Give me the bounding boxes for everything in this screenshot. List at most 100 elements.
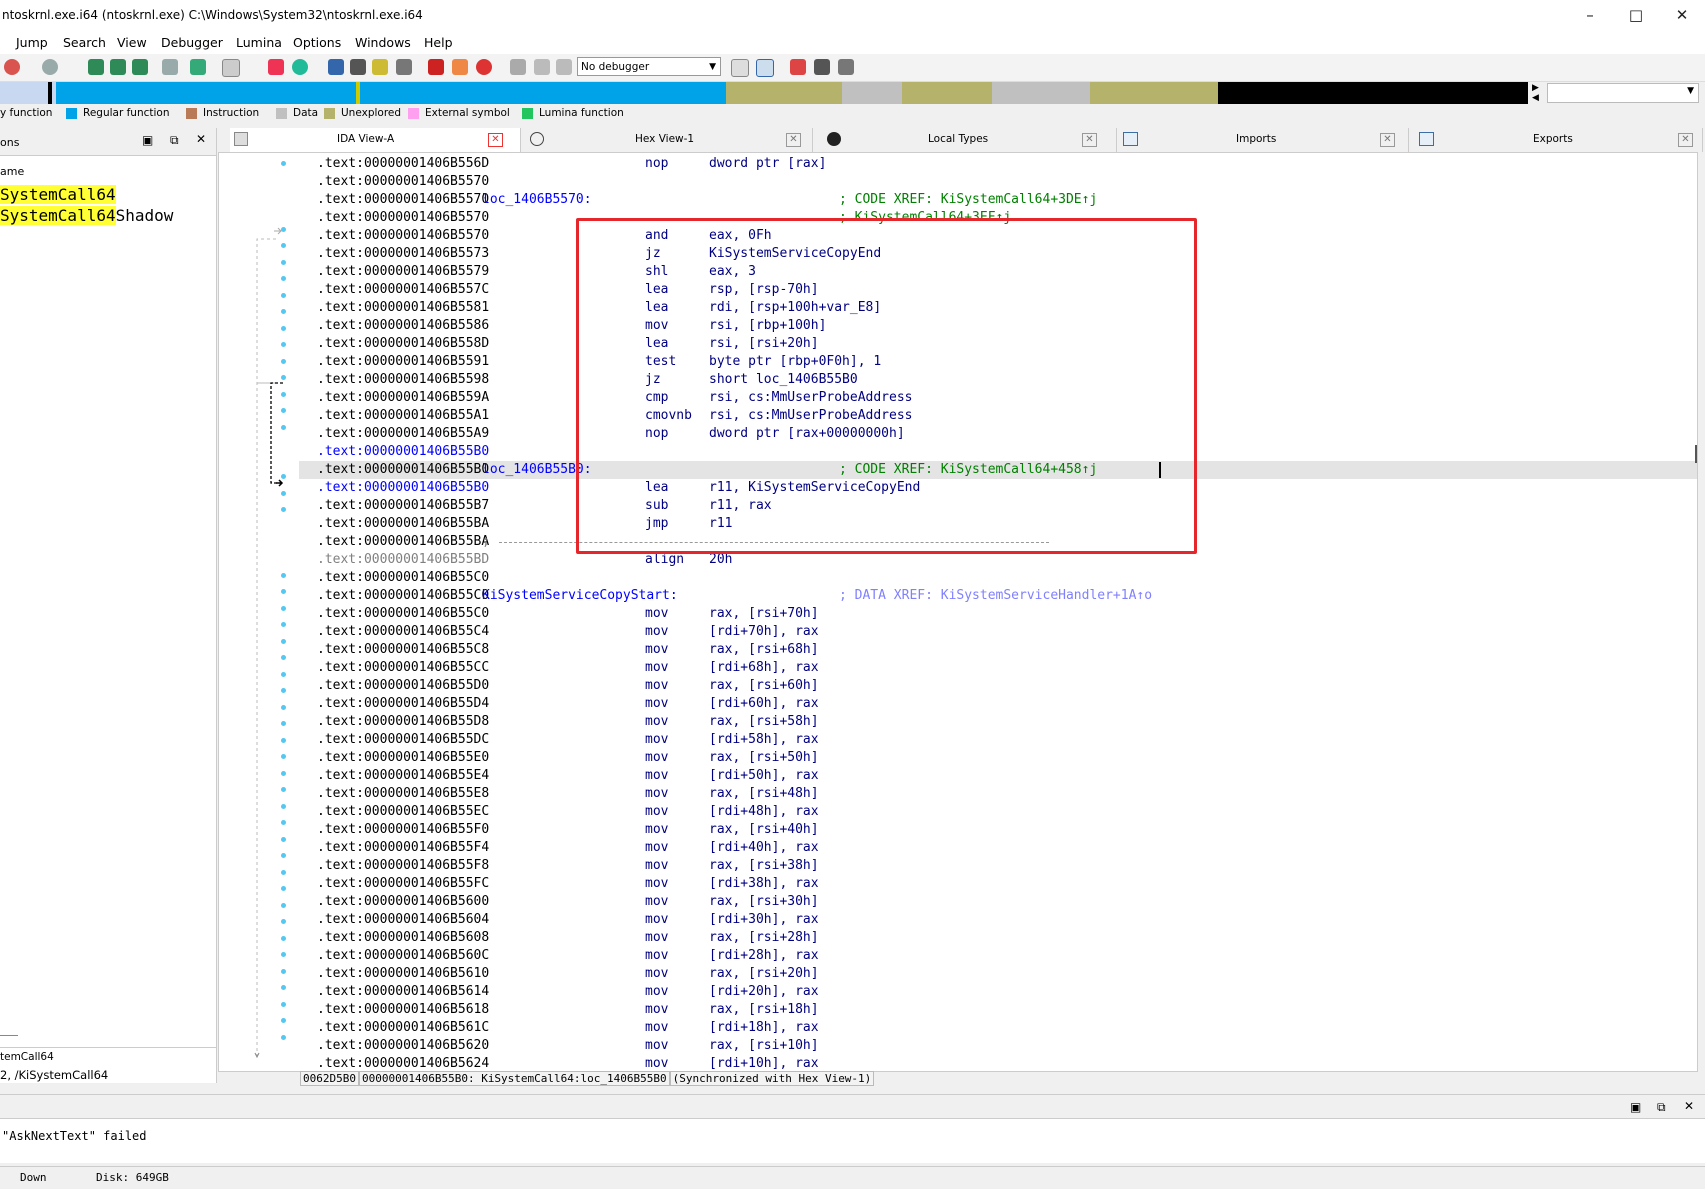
- code-address[interactable]: .text:00000001406B55BD: [317, 551, 489, 569]
- code-line[interactable]: .text:00000001406B55D4 mov [rdi+60h], rax: [299, 695, 1697, 713]
- code-address[interactable]: .text:00000001406B5591: [317, 353, 489, 371]
- menu-windows[interactable]: Windows: [355, 35, 411, 50]
- close-icon[interactable]: ✕: [1659, 0, 1705, 32]
- breakpoint-dot[interactable]: [281, 243, 286, 248]
- instruction-operands[interactable]: [rdi+48h], rax: [709, 803, 819, 821]
- breakpoint-dot[interactable]: [281, 952, 286, 957]
- instruction-operands[interactable]: rax, [rsi+40h]: [709, 821, 819, 839]
- instruction-operands[interactable]: [rdi+58h], rax: [709, 731, 819, 749]
- code-address[interactable]: .text:00000001406B55A9: [317, 425, 489, 443]
- breakpoint-dot[interactable]: [281, 507, 286, 512]
- segment-icon[interactable]: [328, 59, 344, 75]
- code-address[interactable]: .text:00000001406B55E0: [317, 749, 489, 767]
- code-address[interactable]: .text:00000001406B55E8: [317, 785, 489, 803]
- code-address[interactable]: .text:00000001406B5620: [317, 1037, 489, 1055]
- lumina-icon[interactable]: [292, 59, 308, 75]
- instruction-operands[interactable]: [rdi+18h], rax: [709, 1019, 819, 1037]
- minimize-icon[interactable]: –: [1567, 0, 1613, 32]
- nav-address-combo[interactable]: ▼: [1547, 83, 1699, 103]
- code-address[interactable]: .text:00000001406B560C: [317, 947, 489, 965]
- horizontal-scrollbar[interactable]: [0, 1035, 18, 1036]
- close-icon[interactable]: ✕: [488, 133, 503, 147]
- nav-scroll-icon[interactable]: ▶ ◀: [1532, 83, 1539, 103]
- instruction-operands[interactable]: [rdi+40h], rax: [709, 839, 819, 857]
- instruction-mnemonic[interactable]: mov: [645, 767, 668, 785]
- float-icon[interactable]: ▣: [1630, 1100, 1641, 1114]
- code-line[interactable]: .text:00000001406B5624 mov [rdi+10h], rax: [299, 1055, 1697, 1071]
- breakpoint-dot[interactable]: [281, 985, 286, 990]
- function-list-item[interactable]: SystemCall64Shadow: [0, 206, 173, 225]
- breakpoint-dot[interactable]: [281, 573, 286, 578]
- code-address[interactable]: .text:00000001406B5573: [317, 245, 489, 263]
- struct-icon[interactable]: [350, 59, 366, 75]
- code-address[interactable]: .text:00000001406B5581: [317, 299, 489, 317]
- code-address[interactable]: .text:00000001406B5610: [317, 965, 489, 983]
- function-filter-field[interactable]: temCall64: [0, 1047, 216, 1066]
- code-line[interactable]: .text:00000001406B55C4 mov [rdi+70h], rax: [299, 623, 1697, 641]
- breakpoint-dot[interactable]: [281, 721, 286, 726]
- code-line[interactable]: .text:00000001406B5614 mov [rdi+20h], rax: [299, 983, 1697, 1001]
- code-line[interactable]: .text:00000001406B55DC mov [rdi+58h], rax: [299, 731, 1697, 749]
- breakpoint-dot[interactable]: [281, 655, 286, 660]
- code-line[interactable]: .text:00000001406B55E0 mov rax, [rsi+50h]: [299, 749, 1697, 767]
- instruction-mnemonic[interactable]: mov: [645, 1001, 668, 1019]
- breakpoint-dot[interactable]: [281, 260, 286, 265]
- edit-icon[interactable]: [452, 59, 468, 75]
- code-line[interactable]: .text:00000001406B55C0 mov rax, [rsi+70h]: [299, 605, 1697, 623]
- code-address[interactable]: .text:00000001406B55B7: [317, 497, 489, 515]
- instruction-mnemonic[interactable]: mov: [645, 641, 668, 659]
- code-address[interactable]: .text:00000001406B55BA: [317, 533, 489, 551]
- font-icon[interactable]: [222, 59, 240, 77]
- code-address[interactable]: .text:00000001406B5570: [317, 209, 489, 227]
- instruction-mnemonic[interactable]: mov: [645, 911, 668, 929]
- code-address[interactable]: .text:00000001406B55E4: [317, 767, 489, 785]
- code-address[interactable]: .text:00000001406B556D: [317, 155, 489, 173]
- code-address[interactable]: .text:00000001406B5598: [317, 371, 489, 389]
- instruction-mnemonic[interactable]: mov: [645, 803, 668, 821]
- breakpoint-dot[interactable]: [281, 342, 286, 347]
- code-address[interactable]: .text:00000001406B55C8: [317, 641, 489, 659]
- code-address[interactable]: .text:00000001406B55FC: [317, 875, 489, 893]
- breakpoint-dot[interactable]: [281, 227, 286, 232]
- delete-icon[interactable]: [476, 59, 492, 75]
- code-address[interactable]: .text:00000001406B5618: [317, 1001, 489, 1019]
- menu-lumina[interactable]: Lumina: [236, 35, 282, 50]
- tab-hex-view-1[interactable]: Hex View-1 ✕: [522, 128, 813, 152]
- code-address[interactable]: .text:00000001406B55F0: [317, 821, 489, 839]
- function-list-item[interactable]: SystemCall64: [0, 185, 116, 204]
- tab-local-types[interactable]: Local Types ✕: [820, 128, 1117, 152]
- code-address[interactable]: .text:00000001406B5604: [317, 911, 489, 929]
- breakpoint-dot[interactable]: [281, 392, 286, 397]
- code-line[interactable]: .text:00000001406B55F4 mov [rdi+40h], rax: [299, 839, 1697, 857]
- breakpoint-dot[interactable]: [281, 622, 286, 627]
- instruction-operands[interactable]: rax, [rsi+48h]: [709, 785, 819, 803]
- compile-icon[interactable]: [756, 59, 774, 77]
- code-line[interactable]: .text:00000001406B55F8 mov rax, [rsi+38h]: [299, 857, 1697, 875]
- breakpoint-dot[interactable]: [281, 903, 286, 908]
- instruction-operands[interactable]: [rdi+50h], rax: [709, 767, 819, 785]
- menu-search[interactable]: Search: [63, 35, 106, 50]
- run-icon[interactable]: [510, 59, 526, 75]
- breakpoint-dot[interactable]: [281, 738, 286, 743]
- breakpoint-dot[interactable]: [281, 309, 286, 314]
- maximize-icon[interactable]: □: [1613, 0, 1659, 32]
- code-line[interactable]: .text:00000001406B5570: [299, 173, 1697, 191]
- instruction-mnemonic[interactable]: mov: [645, 713, 668, 731]
- tab-ida-view-a[interactable]: IDA View-A ✕: [230, 128, 521, 152]
- code-address[interactable]: .text:00000001406B55C0: [317, 587, 489, 605]
- code-address[interactable]: .text:00000001406B558D: [317, 335, 489, 353]
- code-address[interactable]: .text:00000001406B55A1: [317, 407, 489, 425]
- breakpoint-dot[interactable]: [281, 1018, 286, 1023]
- instruction-operands[interactable]: rax, [rsi+18h]: [709, 1001, 819, 1019]
- breakpoint-dot[interactable]: [281, 474, 286, 479]
- forward-icon[interactable]: [42, 59, 58, 75]
- code-address[interactable]: .text:00000001406B55B0: [317, 461, 489, 479]
- code-address[interactable]: .text:00000001406B55BA: [317, 515, 489, 533]
- instruction-operands[interactable]: rax, [rsi+20h]: [709, 965, 819, 983]
- code-line[interactable]: .text:00000001406B55C0 KiSystemServiceCop…: [299, 587, 1697, 605]
- code-line[interactable]: .text:00000001406B5608 mov rax, [rsi+28h]: [299, 929, 1697, 947]
- float-icon[interactable]: ▣: [142, 133, 153, 147]
- code-line[interactable]: .text:00000001406B55E8 mov rax, [rsi+48h]: [299, 785, 1697, 803]
- instruction-mnemonic[interactable]: mov: [645, 875, 668, 893]
- breakpoint-dot[interactable]: [281, 606, 286, 611]
